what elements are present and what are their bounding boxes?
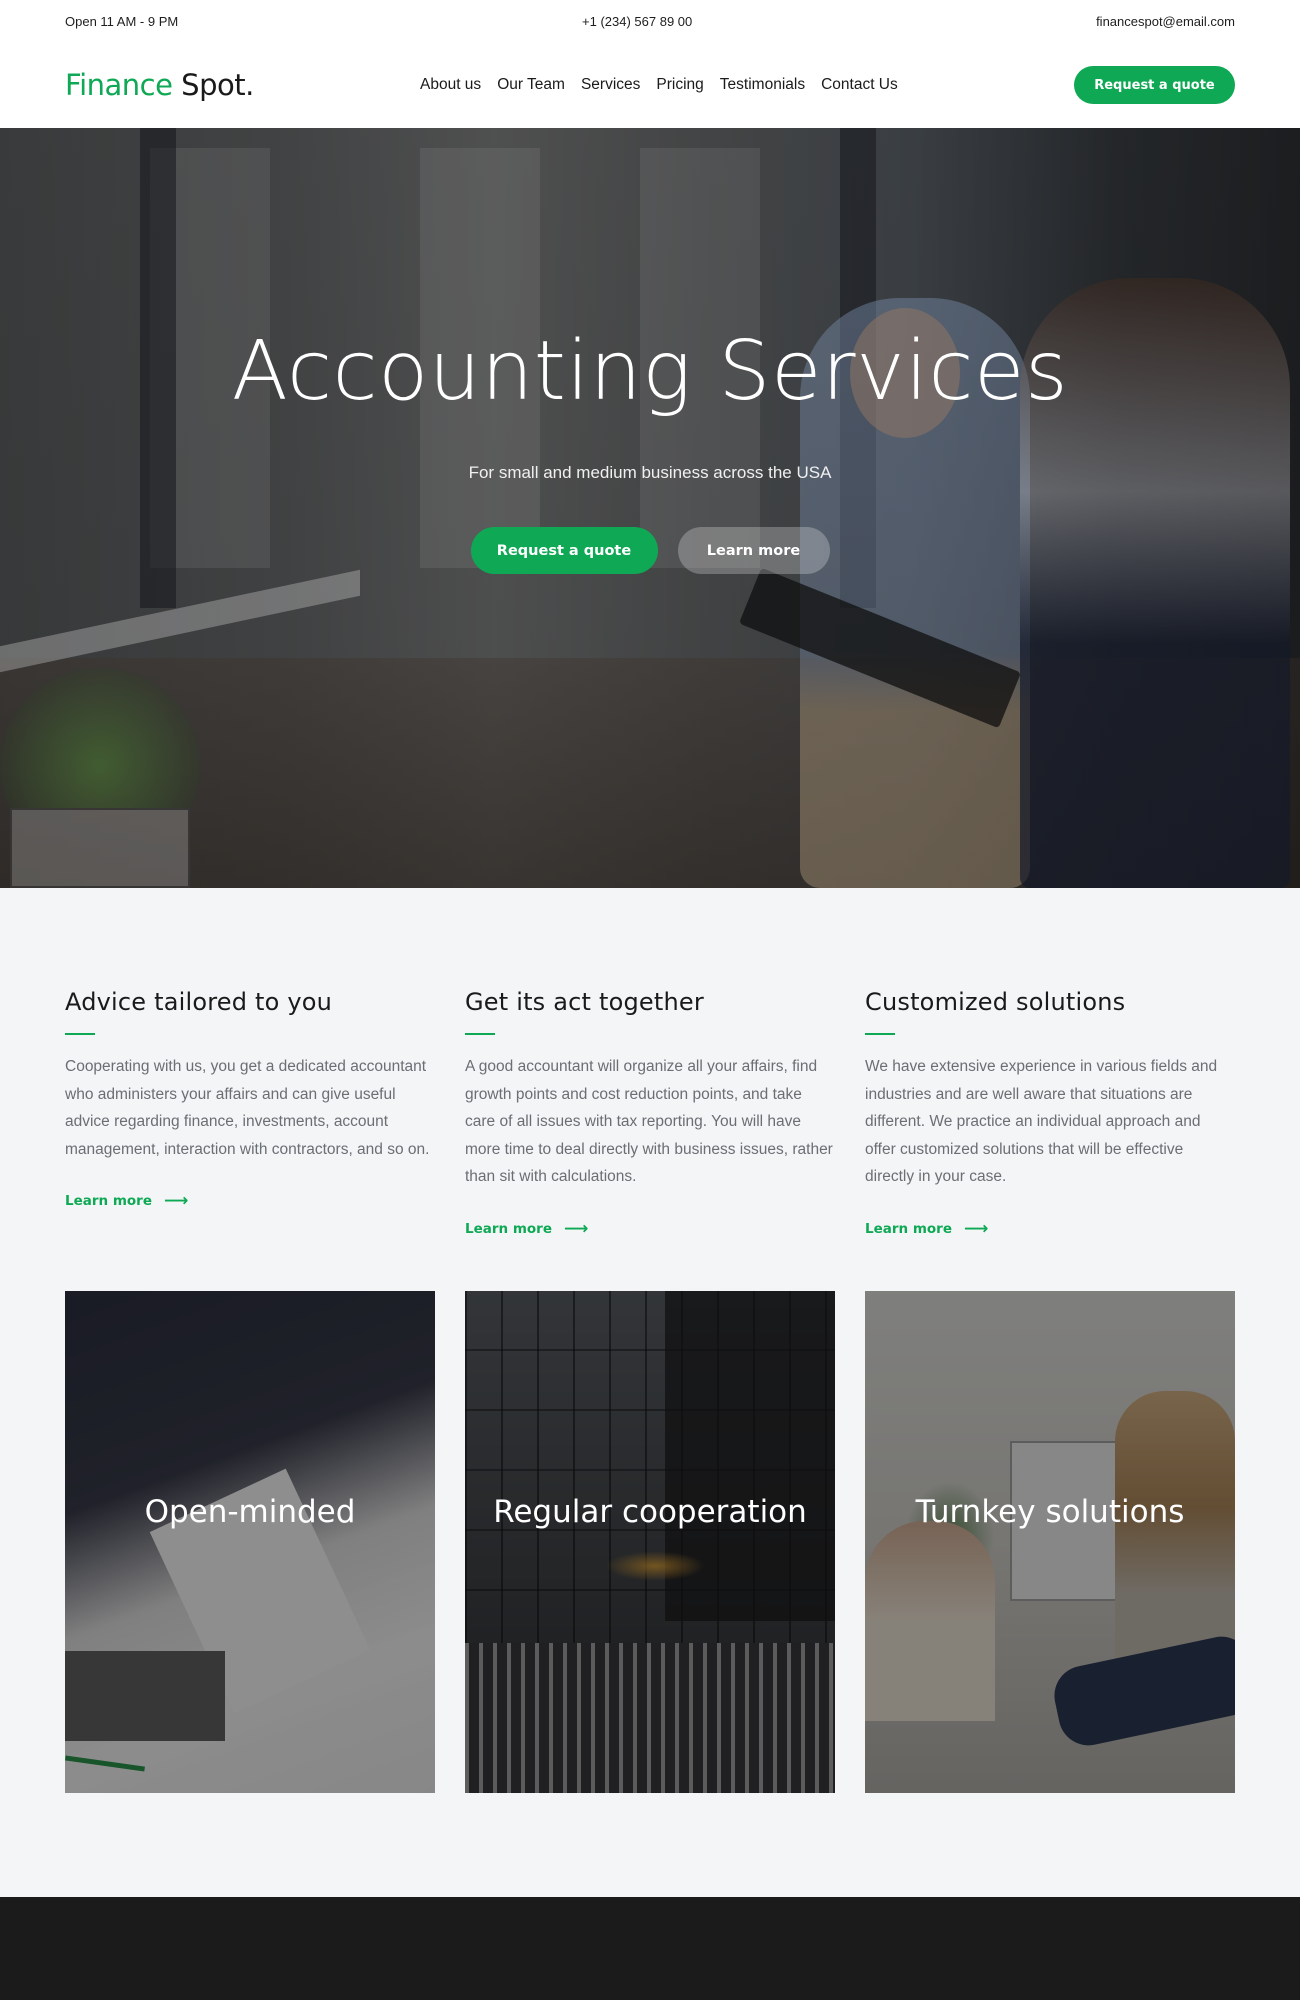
arrow-right-icon: ⟶ [164,1191,189,1211]
features-section: Advice tailored to you Cooperating with … [0,888,1300,1793]
site-footer [0,1897,1300,2000]
learn-more-label: Learn more [465,1220,552,1237]
nav-about-us[interactable]: About us [420,76,481,94]
nav-pricing[interactable]: Pricing [656,76,703,94]
hero-content: Accounting Services For small and medium… [0,128,1300,574]
email-address[interactable]: financespot@email.com [1096,14,1235,29]
feature-body: A good accountant will organize all your… [465,1058,833,1185]
feature-learn-more-link[interactable]: Learn more ⟶ [865,1219,988,1239]
header-request-quote-button[interactable]: Request a quote [1074,66,1235,104]
hero-background-desk [0,569,360,673]
hero-background-plant [0,668,200,808]
learn-more-label: Learn more [865,1220,952,1237]
feature-column: Advice tailored to you Cooperating with … [65,988,435,1239]
feature-title: Get its act together [465,988,704,1016]
nav-our-team[interactable]: Our Team [497,76,565,94]
feature-divider [65,1033,95,1035]
arrow-right-icon: ⟶ [564,1218,589,1239]
learn-more-label: Learn more [65,1193,152,1209]
phone-number[interactable]: +1 (234) 567 89 00 [582,14,692,29]
site-header: Finance Spot. About us Our Team Services… [0,42,1300,128]
feature-learn-more-link[interactable]: Learn more ⟶ [65,1191,188,1211]
logo-primary: Finance [65,68,173,102]
feature-title: Advice tailored to you [65,988,333,1016]
nav-testimonials[interactable]: Testimonials [720,76,805,94]
feature-body: Cooperating with us, you get a dedicated… [65,1058,430,1158]
opening-hours: Open 11 AM - 9 PM [65,13,179,29]
top-info-bar: Open 11 AM - 9 PM +1 (234) 567 89 00 fin… [0,0,1300,42]
feature-body: We have extensive experience in various … [865,1058,1218,1185]
feature-column: Get its act together A good accountant w… [465,988,835,1239]
feature-title: Customized solutions [865,988,1126,1016]
main-nav: About us Our Team Services Pricing Testi… [420,76,1074,94]
hero-subtitle: For small and medium business across the… [468,463,832,482]
hero-background-planter [10,808,190,888]
card-title: Open-minded [144,1493,356,1530]
nav-services[interactable]: Services [581,76,640,94]
card-title: Turnkey solutions [915,1493,1185,1530]
image-card-open-minded[interactable]: Open-minded [65,1290,435,1793]
hero-section: Accounting Services For small and medium… [0,128,1300,888]
hero-title: Accounting Services [231,324,1069,419]
feature-divider [865,1033,895,1035]
logo-secondary: Spot. [181,68,254,102]
image-card-regular-cooperation[interactable]: Regular cooperation [465,1290,835,1793]
feature-learn-more-link[interactable]: Learn more ⟶ [465,1219,588,1239]
logo[interactable]: Finance Spot. [65,68,420,102]
hero-request-quote-button[interactable]: Request a quote [470,527,658,574]
card-title: Regular cooperation [493,1493,807,1530]
feature-column: Customized solutions We have extensive e… [865,988,1235,1239]
arrow-right-icon: ⟶ [964,1218,989,1239]
feature-divider [465,1033,495,1035]
hero-buttons: Request a quote Learn more [0,527,1300,574]
hero-learn-more-button[interactable]: Learn more [677,527,830,574]
image-card-turnkey-solutions[interactable]: Turnkey solutions [865,1290,1235,1793]
image-cards: Open-minded Regular cooperation Turnkey … [65,1290,1235,1793]
nav-contact-us[interactable]: Contact Us [821,76,898,94]
